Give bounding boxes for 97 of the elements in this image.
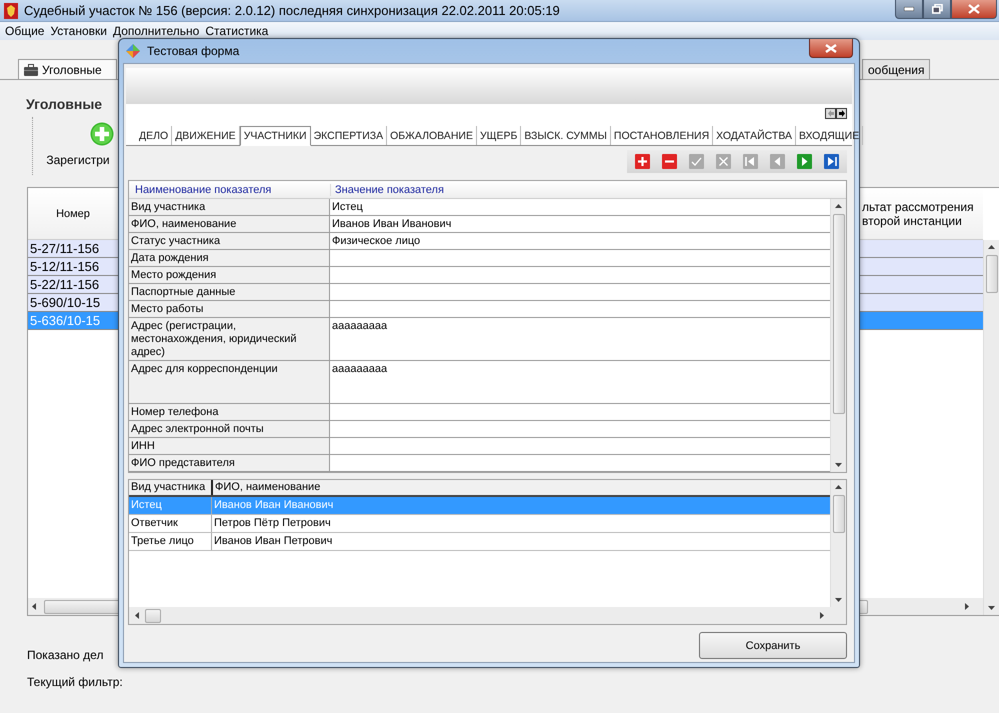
left-arrow-icon [135, 612, 139, 619]
table-cell-text: 5-690/10-15 [29, 295, 100, 310]
skip-end-icon[interactable] [824, 154, 839, 169]
scrollbar-thumb[interactable] [145, 608, 161, 622]
table-cell-text: 5-12/11-156 [29, 259, 100, 274]
menu-item[interactable]: Установки [47, 24, 110, 38]
property-value[interactable]: Физическое лицо [330, 233, 830, 249]
column-header: Значение показателя [330, 184, 846, 196]
column-header: Наименование показателя [134, 184, 272, 196]
table-cell-text: 5-22/11-156 [29, 277, 100, 292]
tab[interactable]: ДЕЛО [136, 126, 172, 145]
tab[interactable]: УЧАСТНИКИ [240, 126, 311, 146]
tab[interactable]: ообщения [862, 59, 930, 79]
table-cell-text: 5-27/11-156 [29, 241, 100, 256]
scroll-right-button[interactable] [836, 108, 847, 119]
vertical-scrollbar[interactable] [983, 240, 999, 615]
horizontal-scrollbar[interactable] [129, 607, 830, 624]
plus-icon[interactable] [635, 154, 650, 169]
up-arrow-icon [835, 485, 842, 489]
property-name: Место рождения [129, 267, 330, 283]
menu-item[interactable]: Статистика [202, 24, 272, 38]
menu-item[interactable]: Дополнительно [110, 24, 202, 38]
right-arrow-icon [838, 110, 844, 117]
left-arrow-icon [828, 110, 834, 117]
triangle-right-icon[interactable] [797, 154, 812, 169]
property-name: Адрес для корреспонденции [129, 361, 330, 403]
close-button[interactable] [809, 39, 853, 58]
property-value[interactable]: ааааааааа [330, 318, 830, 360]
property-name: Адрес (регистрации, местонахождения, юридический адрес) [129, 318, 330, 360]
scrollbar-thumb[interactable] [986, 255, 998, 293]
table-row[interactable]: Ответчик Петров Пётр Петрович [129, 515, 830, 533]
restore-button[interactable] [923, 0, 951, 19]
left-arrow-icon [32, 603, 36, 610]
dialog-title: Тестовая форма [147, 44, 240, 58]
up-arrow-icon [835, 204, 842, 208]
column-header: Номер [55, 208, 91, 220]
property-name: Дата рождения [129, 250, 330, 266]
briefcase-icon [24, 64, 38, 76]
property-value[interactable]: ааааааааа [330, 361, 830, 403]
section-title: Уголовные [26, 96, 104, 113]
form-icon [125, 43, 141, 59]
property-name: Вид участника [129, 199, 330, 215]
table-cell-text: Иванов Иван Петрович [213, 534, 332, 549]
table-cell: Ответчик [129, 515, 212, 532]
vertical-scrollbar[interactable] [830, 480, 846, 607]
property-name: ФИО представителя [129, 455, 330, 471]
column-header: Вид участника [129, 480, 213, 495]
minimize-icon [904, 7, 914, 11]
property-name: Паспортные данные [129, 284, 330, 300]
menu-item[interactable]: Общие [2, 24, 48, 38]
tab[interactable]: ОБЖАЛОВАНИЕ [387, 126, 477, 145]
table-cell: Истец [129, 497, 212, 514]
tab[interactable]: ХОДАТАЙСТВА [713, 126, 796, 145]
property-value[interactable]: Истец [330, 199, 830, 215]
emblem-icon [4, 2, 18, 18]
close-button[interactable] [951, 0, 997, 19]
down-arrow-icon [835, 463, 842, 467]
register-button[interactable]: Зарегистри [42, 122, 114, 167]
tab[interactable]: ПОСТАНОВЛЕНИЯ [610, 126, 714, 145]
scrollbar-thumb[interactable] [832, 495, 844, 533]
minus-icon[interactable] [662, 154, 677, 169]
close-icon [968, 4, 980, 14]
column-header: ФИО, наименование [214, 480, 320, 495]
scrollbar-thumb[interactable] [832, 214, 844, 414]
scroll-left-button[interactable] [825, 108, 836, 119]
table-cell-text: 5-636/10-15 [29, 313, 100, 328]
close-icon [825, 44, 837, 52]
table-cell-text: Петров Пётр Петрович [213, 516, 331, 531]
down-arrow-icon [835, 598, 842, 602]
table-row[interactable]: Третье лицо Иванов Иван Петрович [129, 533, 830, 551]
tab[interactable]: ВХОДЯЩИЕ [796, 126, 864, 145]
tab[interactable]: ЭКСПЕРТИЗА [310, 126, 388, 145]
plus-icon [90, 122, 114, 146]
tab[interactable]: Уголовные [18, 59, 117, 79]
property-name: ФИО, наименование [129, 216, 330, 232]
column-header: льтат рассмотрения второй инстанции [861, 200, 975, 228]
save-button[interactable]: Сохранить [699, 632, 847, 659]
right-arrow-icon [965, 603, 969, 610]
down-arrow-icon [988, 606, 995, 610]
table-cell: Третье лицо [129, 533, 212, 550]
vertical-scrollbar[interactable] [830, 199, 846, 472]
tab[interactable]: УЩЕРБ [476, 126, 522, 145]
property-name: Номер телефона [129, 404, 330, 420]
window-title: Судебный участок № 156 (версия: 2.0.12) последняя синхронизация 22.02.2011 20:05:19 [24, 3, 560, 18]
property-name: Адрес электронной почты [129, 421, 330, 437]
right-arrow-icon [820, 612, 824, 619]
status-text: Показано дел [27, 648, 104, 664]
property-value[interactable]: Иванов Иван Иванович [330, 216, 830, 232]
tab[interactable]: ВЗЫСК. СУММЫ [521, 126, 611, 145]
minimize-button[interactable] [895, 0, 923, 19]
property-name: ИНН [129, 438, 330, 454]
restore-icon [932, 4, 942, 14]
filter-text: Текущий фильтр: [27, 675, 124, 689]
table-cell-text: Иванов Иван Иванович [213, 498, 334, 513]
property-name: Статус участника [129, 233, 330, 249]
up-arrow-icon [988, 245, 995, 249]
property-name: Место работы [129, 301, 330, 317]
